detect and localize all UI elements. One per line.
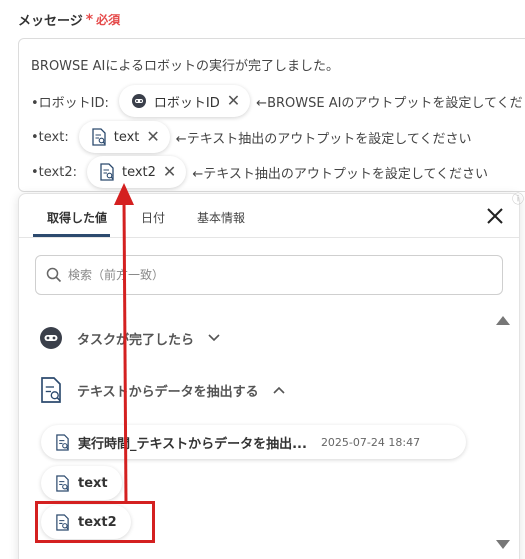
message-line-2: •ロボットID: ロボットID ✕ ←BROWSE AIのアウトプットを設定して…: [31, 85, 523, 117]
document-search-icon: [92, 128, 106, 146]
message-line-2-prefix: •ロボットID:: [31, 95, 109, 111]
message-line-4-prefix: •text2:: [31, 164, 77, 180]
robot-id-chip-label: ロボットID: [153, 95, 220, 111]
message-line-3: •text: text ✕ ←テキスト抽出のアウトプットを設定してください: [31, 121, 472, 153]
scroll-up-arrow[interactable]: [496, 316, 510, 325]
remove-text2-chip-icon[interactable]: ✕: [163, 164, 176, 180]
group-extract-data-label: テキストからデータを抽出する: [77, 384, 259, 400]
value-item-text[interactable]: text: [41, 466, 122, 500]
tab-basic-info[interactable]: 基本情報: [197, 209, 245, 226]
chevron-up-icon[interactable]: [273, 386, 285, 394]
chevron-down-icon[interactable]: [208, 334, 220, 342]
remove-text-chip-icon[interactable]: ✕: [146, 129, 159, 145]
value-item-text-label: text: [78, 475, 108, 491]
text-chip[interactable]: text ✕: [78, 121, 170, 153]
group-extract-data[interactable]: テキストからデータを抽出する: [39, 376, 285, 404]
annotation-highlight-box: [35, 501, 155, 543]
search-input[interactable]: [68, 268, 468, 282]
value-item-exec-time-label: 実行時間_テキストからデータを抽出...: [78, 436, 307, 452]
text2-chip[interactable]: text2 ✕: [86, 156, 187, 188]
message-line-4: •text2: text2 ✕ ←テキスト抽出のアウトプットを設定してください: [31, 156, 488, 188]
tab-fetched-values[interactable]: 取得した値: [47, 209, 107, 226]
robot-icon: [131, 94, 146, 108]
tab-bar: 取得した値 日付 基本情報: [19, 194, 519, 238]
value-item-exec-time[interactable]: 実行時間_テキストからデータを抽出... 2025-07-24 18:47: [41, 425, 466, 459]
message-line-3-prefix: •text:: [31, 129, 69, 145]
required-badge: 必須: [96, 13, 121, 27]
group-task-completed-label: タスクが完了したら: [77, 332, 195, 348]
message-line-3-suffix: ←テキスト抽出のアウトプットを設定してください: [175, 131, 472, 147]
search-icon: [46, 267, 62, 283]
message-line-1: BROWSE AIによるロボットの実行が完了しました。: [31, 55, 339, 74]
document-search-icon: [100, 163, 114, 181]
robot-icon: [40, 327, 62, 349]
tab-date[interactable]: 日付: [141, 209, 165, 226]
value-item-exec-time-date: 2025-07-24 18:47: [320, 435, 421, 449]
search-box[interactable]: [35, 255, 503, 295]
document-search-icon: [41, 377, 61, 403]
info-icon: ⓘ: [512, 192, 525, 206]
remove-robot-id-chip-icon[interactable]: ✕: [227, 93, 240, 109]
close-icon[interactable]: [485, 206, 505, 226]
text2-chip-label: text2: [121, 164, 156, 180]
document-search-icon: [56, 474, 69, 492]
message-line-4-suffix: ←テキスト抽出のアウトプットを設定してください: [192, 166, 489, 182]
group-task-completed[interactable]: タスクが完了したら: [39, 326, 220, 350]
document-search-icon: [56, 433, 69, 451]
message-editor[interactable]: BROWSE AIによるロボットの実行が完了しました。 •ロボットID: ロボッ…: [18, 38, 525, 192]
active-tab-indicator: [33, 234, 110, 237]
field-label-text: メッセージ: [18, 14, 83, 29]
robot-id-chip[interactable]: ロボットID ✕: [118, 85, 251, 117]
message-line-2-suffix: ←BROWSE AIのアウトプットを設定してくだ: [256, 95, 523, 111]
message-line-1-text: BROWSE AIによるロボットの実行が完了しました。: [31, 59, 339, 74]
text-chip-label: text: [113, 129, 140, 145]
field-label: メッセージ * 必須: [18, 10, 121, 30]
required-star: *: [85, 11, 94, 28]
scroll-down-arrow[interactable]: [496, 540, 510, 549]
